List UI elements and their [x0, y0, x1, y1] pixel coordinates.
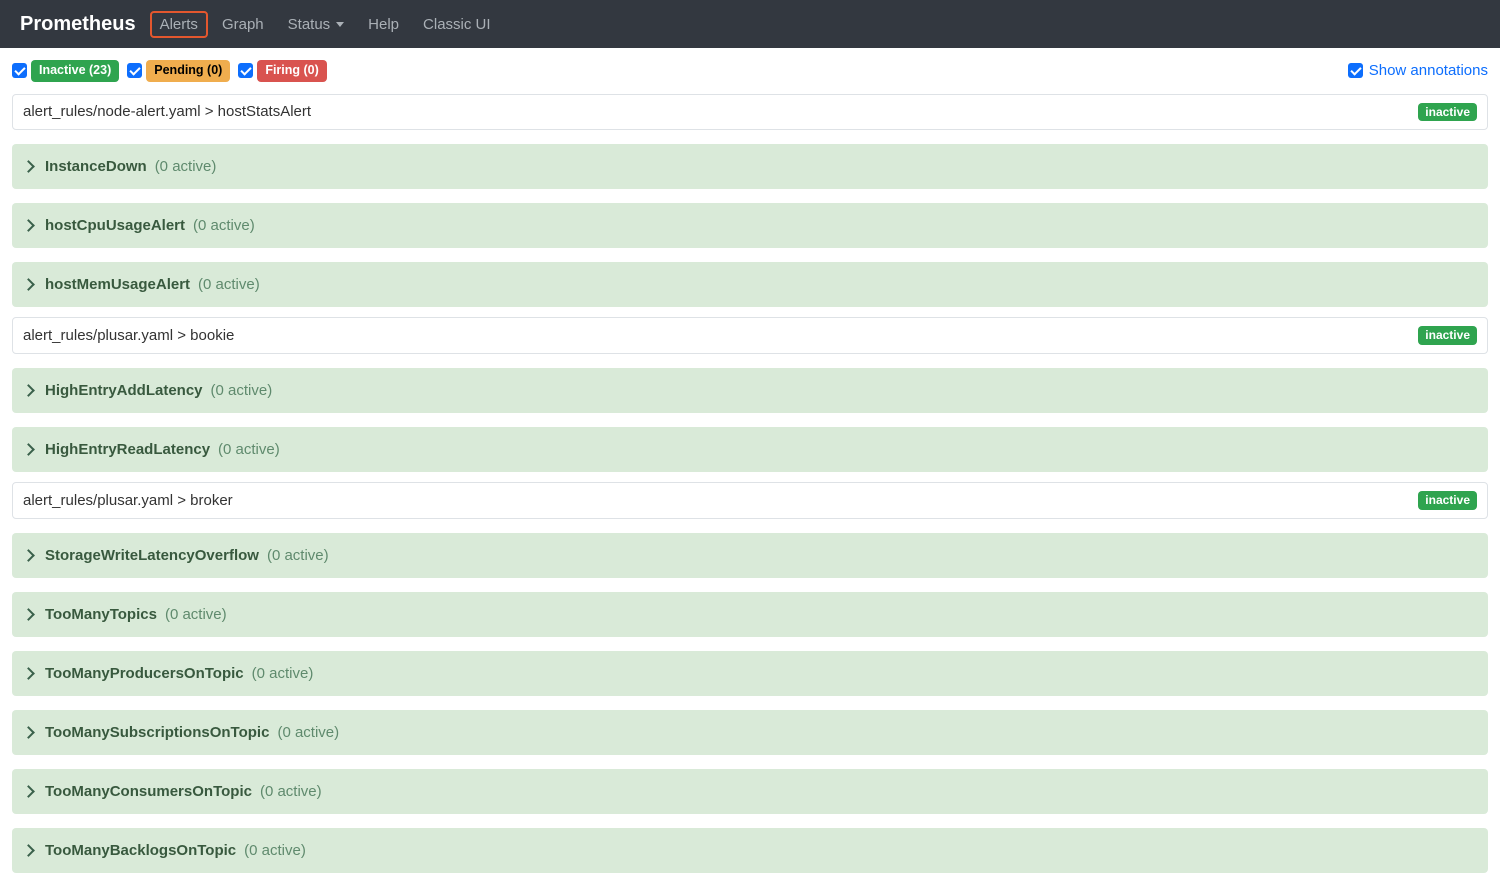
nav-status-label: Status [288, 16, 331, 33]
filter-firing-badge[interactable]: Firing (0) [257, 60, 326, 82]
filter-bar: Inactive (23) Pending (0) Firing (0) Sho… [0, 48, 1500, 94]
rule-count: (0 active) [193, 217, 255, 234]
group-header[interactable]: alert_rules/node-alert.yaml > hostStatsA… [12, 94, 1488, 131]
rule-row[interactable]: hostMemUsageAlert (0 active) [12, 262, 1488, 307]
filter-left: Inactive (23) Pending (0) Firing (0) [12, 60, 327, 82]
rule-row[interactable]: TooManyProducersOnTopic (0 active) [12, 651, 1488, 696]
group-status-badge: inactive [1418, 491, 1477, 510]
filter-firing: Firing (0) [238, 60, 326, 82]
chevron-right-icon [22, 384, 35, 397]
filter-inactive: Inactive (23) [12, 60, 119, 82]
filter-pending: Pending (0) [127, 60, 230, 82]
filter-inactive-badge[interactable]: Inactive (23) [31, 60, 119, 82]
navbar: Prometheus Alerts Graph Status Help Clas… [0, 0, 1500, 48]
nav-help[interactable]: Help [358, 11, 409, 38]
alert-groups: alert_rules/node-alert.yaml > hostStatsA… [0, 94, 1500, 885]
group-status-badge: inactive [1418, 326, 1477, 345]
rule-count: (0 active) [155, 158, 217, 175]
group-header[interactable]: alert_rules/plusar.yaml > bookie inactive [12, 317, 1488, 354]
chevron-right-icon [22, 443, 35, 456]
chevron-right-icon [22, 160, 35, 173]
show-annotations-label[interactable]: Show annotations [1369, 62, 1488, 79]
rule-row[interactable]: TooManyBacklogsOnTopic (0 active) [12, 828, 1488, 873]
rule-count: (0 active) [165, 606, 227, 623]
group-status-badge: inactive [1418, 103, 1477, 122]
rule-row[interactable]: hostCpuUsageAlert (0 active) [12, 203, 1488, 248]
rule-count: (0 active) [218, 441, 280, 458]
filter-pending-checkbox[interactable] [127, 63, 142, 78]
filter-right: Show annotations [1348, 62, 1488, 79]
filter-pending-badge[interactable]: Pending (0) [146, 60, 230, 82]
filter-firing-checkbox[interactable] [238, 63, 253, 78]
chevron-right-icon [22, 549, 35, 562]
rule-name: TooManySubscriptionsOnTopic [45, 724, 269, 741]
chevron-right-icon [22, 726, 35, 739]
rule-count: (0 active) [260, 783, 322, 800]
chevron-right-icon [22, 219, 35, 232]
rule-count: (0 active) [277, 724, 339, 741]
rule-name: hostMemUsageAlert [45, 276, 190, 293]
rule-name: hostCpuUsageAlert [45, 217, 185, 234]
chevron-right-icon [22, 785, 35, 798]
nav-alerts[interactable]: Alerts [150, 11, 208, 38]
rule-count: (0 active) [267, 547, 329, 564]
rule-count: (0 active) [244, 842, 306, 859]
rule-name: StorageWriteLatencyOverflow [45, 547, 259, 564]
rule-row[interactable]: StorageWriteLatencyOverflow (0 active) [12, 533, 1488, 578]
group-title: alert_rules/node-alert.yaml > hostStatsA… [23, 103, 311, 120]
rule-row[interactable]: TooManyConsumersOnTopic (0 active) [12, 769, 1488, 814]
rule-row[interactable]: TooManySubscriptionsOnTopic (0 active) [12, 710, 1488, 755]
rule-name: InstanceDown [45, 158, 147, 175]
rule-row[interactable]: InstanceDown (0 active) [12, 144, 1488, 189]
rule-name: TooManyTopics [45, 606, 157, 623]
nav-status[interactable]: Status [278, 11, 355, 38]
chevron-right-icon [22, 278, 35, 291]
rule-row[interactable]: HighEntryReadLatency (0 active) [12, 427, 1488, 472]
rule-count: (0 active) [211, 382, 273, 399]
brand[interactable]: Prometheus [12, 13, 144, 36]
rule-count: (0 active) [252, 665, 314, 682]
rule-count: (0 active) [198, 276, 260, 293]
rule-row[interactable]: TooManyTopics (0 active) [12, 592, 1488, 637]
nav-classic-ui[interactable]: Classic UI [413, 11, 501, 38]
rule-name: TooManyConsumersOnTopic [45, 783, 252, 800]
chevron-right-icon [22, 608, 35, 621]
rule-name: HighEntryAddLatency [45, 382, 203, 399]
group-header[interactable]: alert_rules/plusar.yaml > broker inactive [12, 482, 1488, 519]
filter-inactive-checkbox[interactable] [12, 63, 27, 78]
group-title: alert_rules/plusar.yaml > broker [23, 492, 233, 509]
rule-row[interactable]: HighEntryAddLatency (0 active) [12, 368, 1488, 413]
rule-name: HighEntryReadLatency [45, 441, 210, 458]
rule-name: TooManyBacklogsOnTopic [45, 842, 236, 859]
nav-graph[interactable]: Graph [212, 11, 274, 38]
show-annotations-checkbox[interactable] [1348, 63, 1363, 78]
chevron-down-icon [336, 22, 344, 27]
chevron-right-icon [22, 667, 35, 680]
group-title: alert_rules/plusar.yaml > bookie [23, 327, 234, 344]
rule-name: TooManyProducersOnTopic [45, 665, 244, 682]
